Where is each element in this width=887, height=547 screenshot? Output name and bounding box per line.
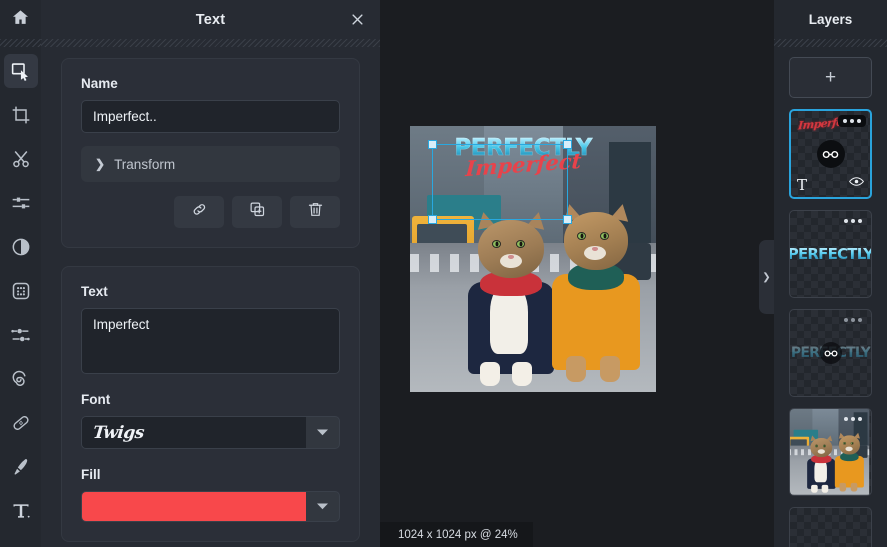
adjust-tool[interactable] <box>4 186 38 220</box>
text-input[interactable]: Imperfect <box>81 308 340 374</box>
bandaid-icon <box>11 413 31 433</box>
cat-left <box>462 210 560 392</box>
name-input[interactable]: Imperfect.. <box>81 100 340 133</box>
select-tool[interactable] <box>3 54 38 88</box>
layer-menu-button[interactable] <box>839 413 867 425</box>
text-input-value: Imperfect <box>93 317 150 332</box>
canvas-area[interactable]: PERFECTLY Imperfect ❯ 1024 x 1024 px @ 2… <box>380 0 774 547</box>
home-icon <box>11 8 30 32</box>
font-label: Font <box>81 392 111 407</box>
trash-icon <box>307 201 324 223</box>
layers-title: Layers <box>808 12 853 27</box>
sliders-icon <box>11 193 31 213</box>
panel-drag-handle[interactable] <box>41 39 380 47</box>
layer-item-imperfect-text[interactable]: Imperfect T <box>789 109 872 199</box>
plus-icon: + <box>824 66 837 88</box>
fill-dropdown-arrow[interactable] <box>306 492 339 521</box>
layer-type-text-icon: T <box>797 176 808 194</box>
panel-header: Text <box>41 0 380 39</box>
layers-drag-handle[interactable] <box>774 39 887 47</box>
link-button[interactable] <box>174 196 224 228</box>
close-panel-button[interactable] <box>346 9 368 31</box>
nodes-tool[interactable] <box>4 318 38 352</box>
contrast-tool[interactable] <box>4 230 38 264</box>
canvas-status-text: 1024 x 1024 px @ 24% <box>398 528 518 541</box>
panel-body: Name Imperfect.. ❯ Transform Text Imperf… <box>41 47 380 547</box>
add-layer-button[interactable]: + <box>789 57 872 98</box>
text-label: Text <box>81 284 108 299</box>
transform-label: Transform <box>114 156 176 172</box>
text-card: Text Imperfect Font Twigs Fill <box>61 266 360 542</box>
panel-title: Text <box>195 11 226 28</box>
artboard[interactable]: PERFECTLY Imperfect <box>410 126 656 392</box>
dither-grid-icon <box>11 281 31 301</box>
name-input-value: Imperfect.. <box>93 109 157 124</box>
select-cursor-icon <box>10 61 31 82</box>
cat-right <box>548 202 644 392</box>
smudge-tool[interactable] <box>4 362 38 396</box>
crop-tool[interactable] <box>4 98 38 132</box>
brush-icon <box>11 457 31 477</box>
nodes-icon <box>10 325 31 346</box>
chevron-right-icon: ❯ <box>95 157 106 171</box>
link-chain-icon <box>191 201 208 223</box>
layer-thumbnail-perfectly: PERFECTLY <box>789 245 872 263</box>
chevron-right-icon: ❯ <box>762 271 771 283</box>
chevron-down-icon <box>317 428 328 438</box>
text-tool[interactable] <box>4 494 38 528</box>
font-dropdown-arrow[interactable] <box>306 417 339 448</box>
delete-button[interactable] <box>290 196 340 228</box>
layer-menu-button[interactable] <box>839 215 867 227</box>
layers-header: Layers <box>774 0 887 39</box>
home-button[interactable] <box>0 0 41 39</box>
layer-item-perfectly-text-hidden[interactable]: PERFECTLY <box>789 309 872 397</box>
chevron-down-icon <box>317 502 328 512</box>
fill-label: Fill <box>81 467 101 482</box>
name-label: Name <box>81 76 118 91</box>
fill-color-select[interactable] <box>81 491 340 522</box>
fill-color-swatch[interactable] <box>82 492 306 521</box>
scissors-icon <box>11 149 31 169</box>
layer-menu-button[interactable] <box>838 115 866 127</box>
font-preview-text: Twigs <box>91 422 145 443</box>
layer-item-empty[interactable] <box>789 507 872 547</box>
duplicate-icon <box>249 201 266 223</box>
layer-menu-button[interactable] <box>839 314 867 326</box>
status-bar: 1024 x 1024 px @ 24% <box>380 522 533 547</box>
crop-icon <box>11 105 31 125</box>
layer-actions <box>81 196 340 228</box>
artwork-image: PERFECTLY Imperfect <box>410 126 656 392</box>
layer-item-cats-photo[interactable] <box>789 408 872 496</box>
left-toolbar <box>0 0 41 547</box>
contrast-icon <box>11 237 31 257</box>
name-card: Name Imperfect.. ❯ Transform <box>61 58 360 248</box>
dither-tool[interactable] <box>4 274 38 308</box>
duplicate-button[interactable] <box>232 196 282 228</box>
image-editor-app: Text Name Imperfect.. ❯ Transform Text I… <box>0 0 887 547</box>
heal-tool[interactable] <box>4 406 38 440</box>
font-select-value: Twigs <box>82 417 306 448</box>
spiral-icon <box>10 369 31 390</box>
text-t-icon <box>11 501 31 521</box>
tool-list <box>3 54 38 538</box>
layer-visibility-toggle[interactable] <box>848 174 865 192</box>
toolbar-drag-handle[interactable] <box>0 39 41 47</box>
collapse-layers-button[interactable]: ❯ <box>759 240 774 314</box>
cut-tool[interactable] <box>4 142 38 176</box>
layer-item-perfectly-text[interactable]: PERFECTLY <box>789 210 872 298</box>
link-chain-icon[interactable] <box>819 342 842 364</box>
link-chain-icon[interactable] <box>816 140 845 168</box>
brush-tool[interactable] <box>4 450 38 484</box>
properties-panel: Text Name Imperfect.. ❯ Transform Text I… <box>41 0 380 547</box>
layers-panel: Layers + Imperfect T PERFECTLY <box>774 0 887 547</box>
font-select[interactable]: Twigs <box>81 416 340 449</box>
transform-section-toggle[interactable]: ❯ Transform <box>81 146 340 182</box>
layers-list: + Imperfect T PERFECTLY <box>774 47 887 547</box>
